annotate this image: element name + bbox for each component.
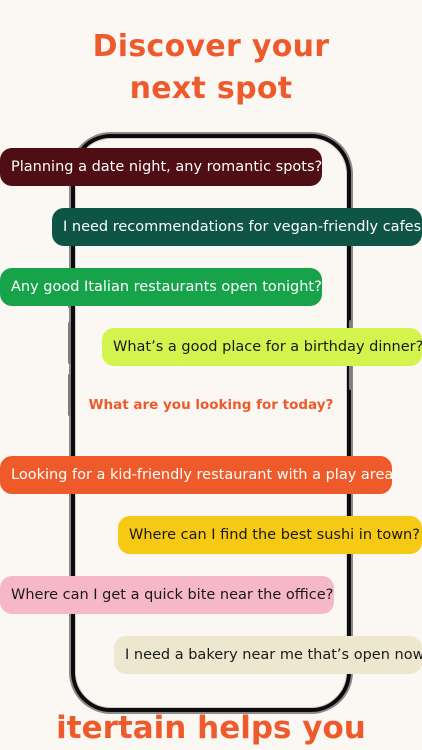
prompt-question: What are you looking for today? — [88, 397, 334, 413]
chat-bubble[interactable]: Where can I find the best sushi in town? — [118, 516, 422, 554]
chat-bubble-text: What’s a good place for a birthday dinne… — [113, 339, 422, 355]
headline-line-2: next spot — [129, 71, 293, 106]
chat-bubble[interactable]: Any good Italian restaurants open tonigh… — [0, 268, 322, 306]
headline-line-1: Discover your — [92, 29, 330, 64]
chat-bubble[interactable]: Where can I get a quick bite near the of… — [0, 576, 334, 614]
chat-bubble-text: I need a bakery near me that’s open now — [125, 647, 422, 663]
chat-bubble-text: I need recommendations for vegan-friendl… — [63, 219, 422, 235]
chat-bubble-text: Looking for a kid-friendly restaurant wi… — [11, 467, 394, 483]
chat-bubble[interactable]: I need a bakery near me that’s open now — [114, 636, 422, 674]
chat-bubble[interactable]: Planning a date night, any romantic spot… — [0, 148, 322, 186]
headline: Discover your next spot — [0, 26, 422, 110]
phone-volume-up-button — [68, 322, 71, 364]
chat-bubble-text: Planning a date night, any romantic spot… — [11, 159, 323, 175]
footer-tagline: itertain helps you — [56, 710, 366, 746]
chat-bubble-text: Where can I get a quick bite near the of… — [11, 587, 334, 603]
chat-bubble[interactable]: I need recommendations for vegan-friendl… — [52, 208, 422, 246]
chat-bubble-text: Any good Italian restaurants open tonigh… — [11, 279, 322, 295]
chat-bubble[interactable]: Looking for a kid-friendly restaurant wi… — [0, 456, 394, 494]
chat-bubble[interactable]: What’s a good place for a birthday dinne… — [102, 328, 422, 366]
chat-bubble-text: Where can I find the best sushi in town? — [129, 527, 420, 543]
